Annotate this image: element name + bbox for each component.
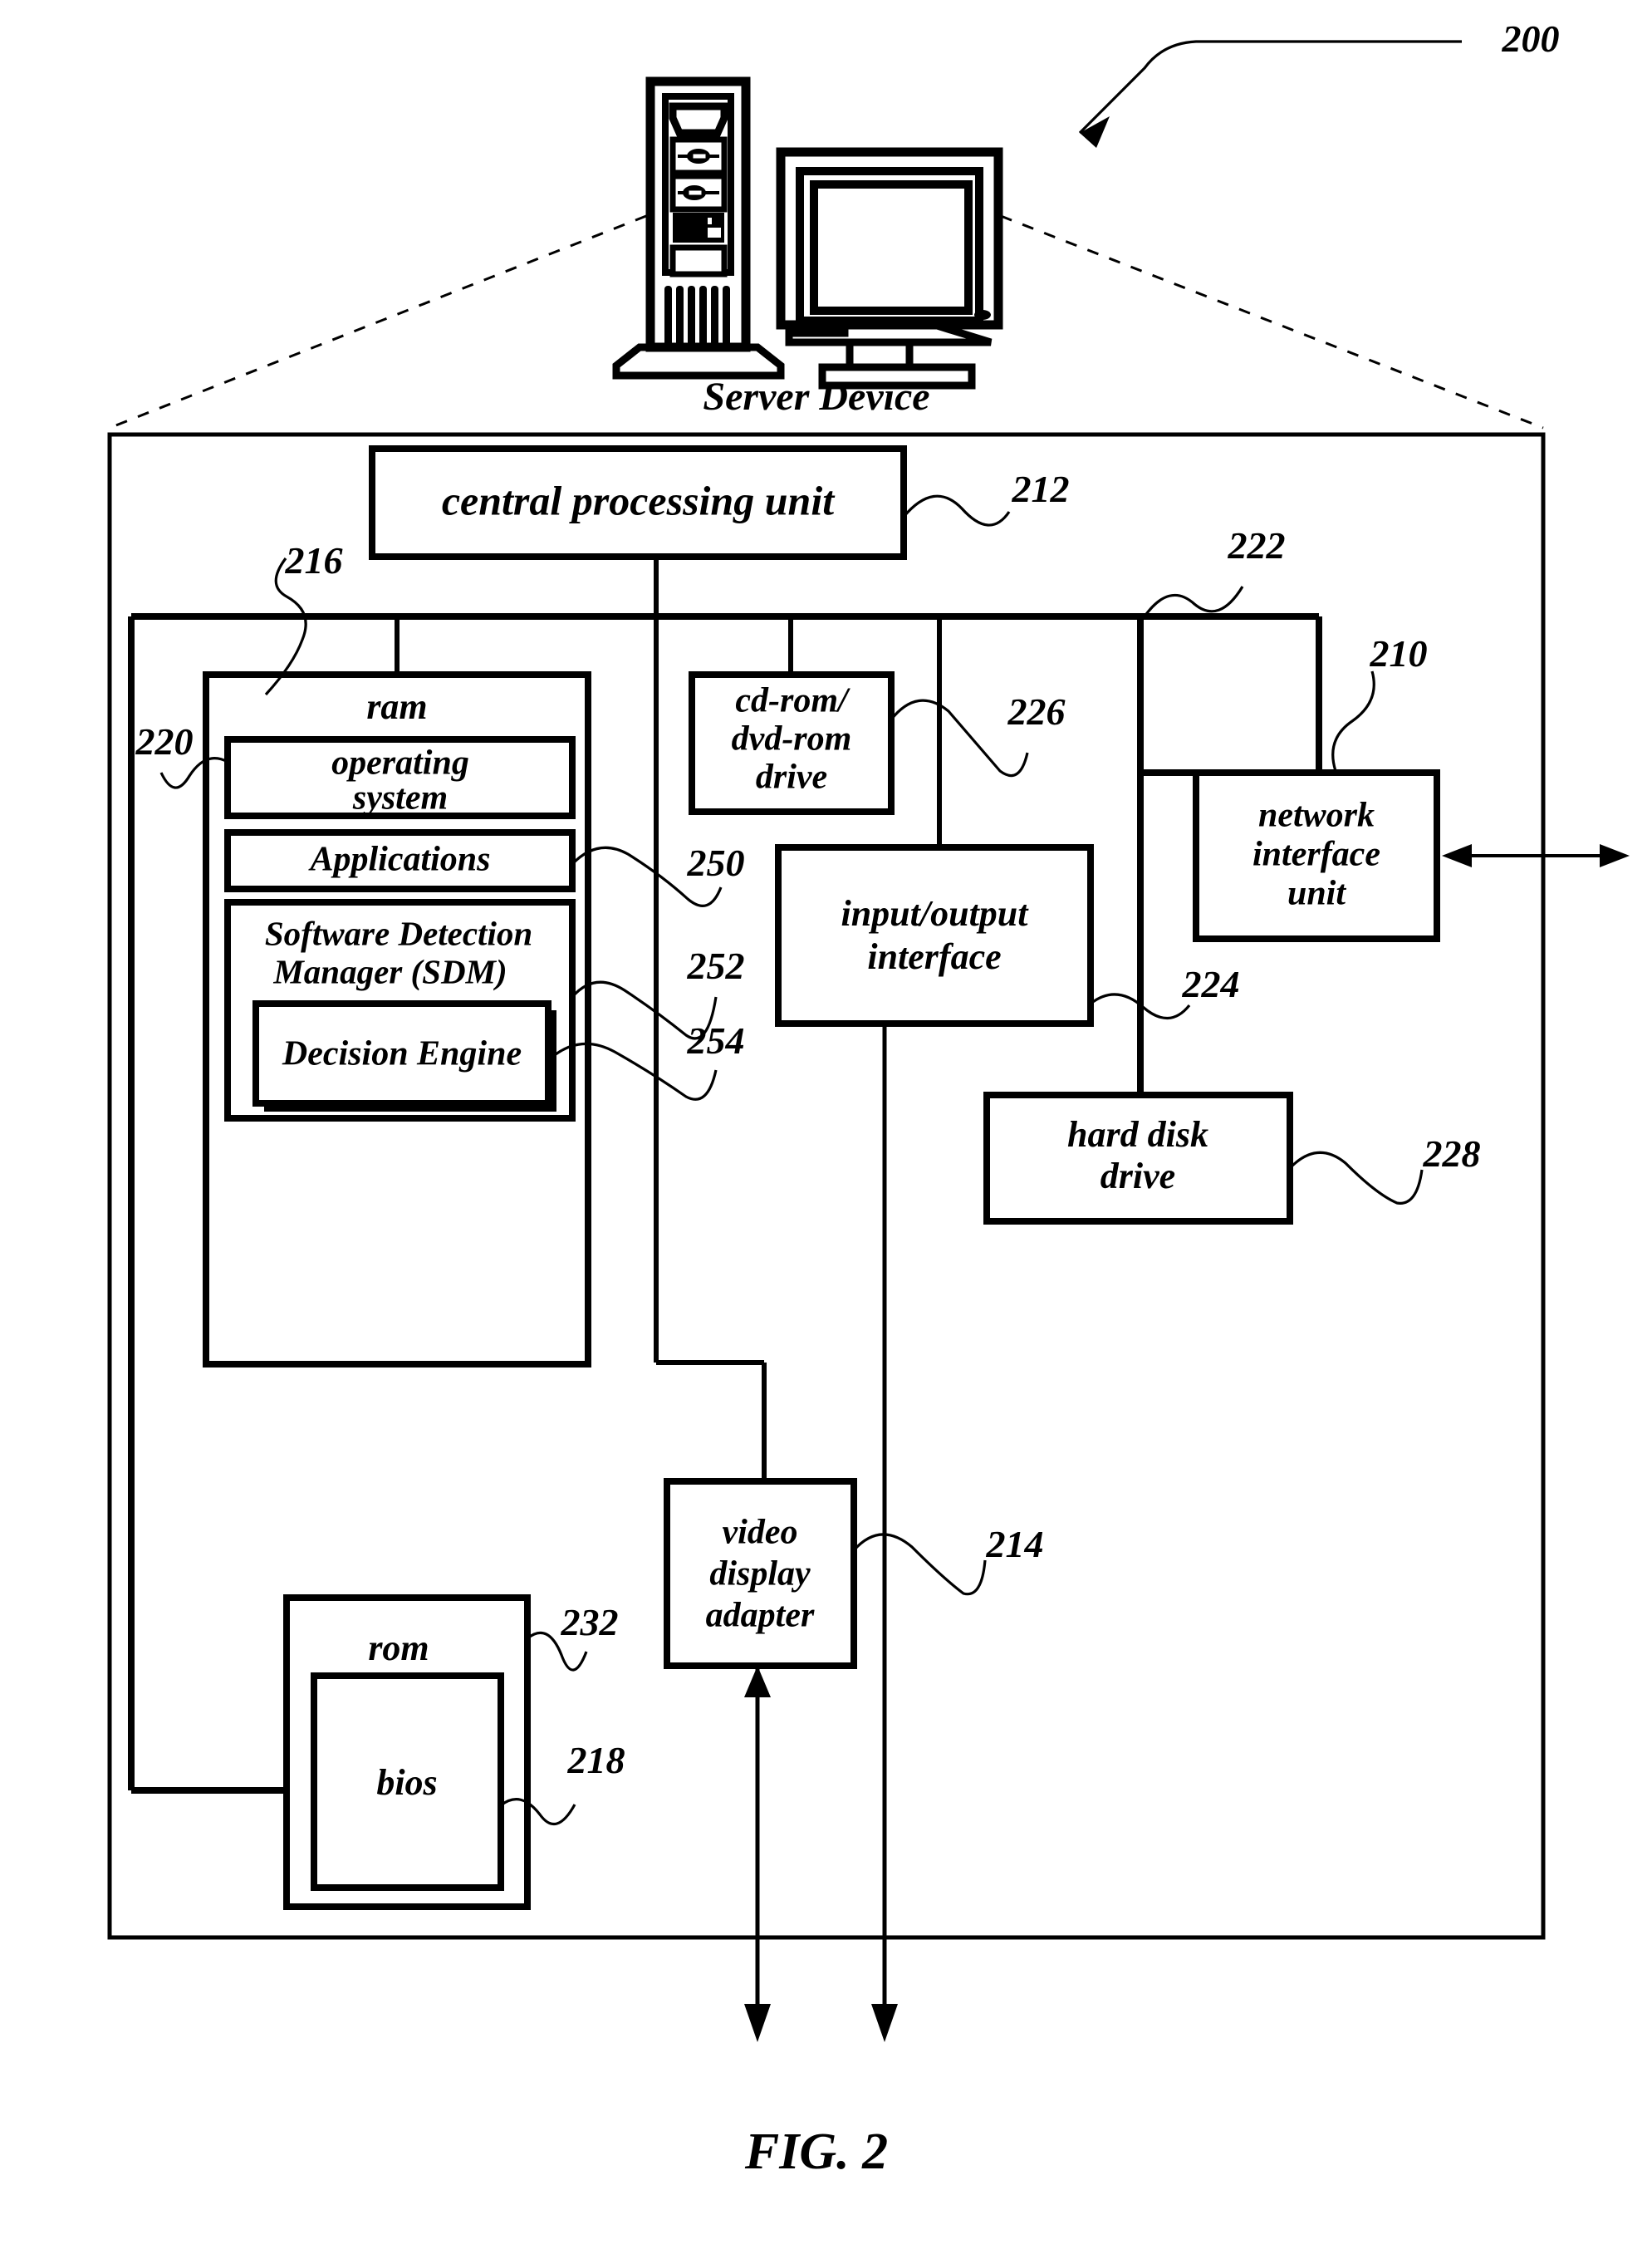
ref-number-216: 216 (285, 539, 343, 582)
video-label-line3: adapter (706, 1597, 815, 1635)
sdm-label-line1: Software Detection (265, 914, 532, 952)
ref-number-232: 232 (561, 1601, 619, 1643)
video-label-line1: video (723, 1514, 798, 1552)
ref-number-218: 218 (567, 1739, 625, 1781)
ref-number-228: 228 (1423, 1132, 1481, 1175)
sdm-label-line2: Manager (SDM) (272, 952, 507, 990)
figure-caption: FIG. 2 (744, 2124, 888, 2180)
operating-system-label-line1: operating (331, 744, 469, 783)
patent-figure-2: 200 Server Device central processing uni… (0, 0, 1652, 2244)
crt-monitor-icon (776, 147, 1003, 390)
ref-number-210: 210 (1370, 632, 1428, 675)
cpu-label: central processing unit (442, 477, 836, 523)
network-interface-label-line2: interface (1252, 836, 1380, 874)
ref-number-200: 200 (1502, 17, 1560, 60)
ref-number-254: 254 (687, 1019, 745, 1062)
ram-label: ram (366, 686, 427, 727)
hdd-label-line1: hard disk (1067, 1114, 1208, 1155)
network-interface-label-line3: unit (1287, 875, 1346, 913)
server-device-caption: Server Device (703, 375, 929, 419)
video-label-line2: display (709, 1555, 811, 1593)
ref-number-222: 222 (1228, 524, 1286, 567)
io-interface-block (775, 844, 1094, 1027)
server-tower-icon (612, 76, 785, 380)
cdrom-label-line2: dvd-rom (732, 720, 852, 759)
io-interface-label-line2: interface (867, 936, 1001, 977)
hdd-label-line2: drive (1101, 1156, 1175, 1196)
bios-label: bios (376, 1762, 437, 1803)
system-ref-callout (1078, 40, 1462, 148)
io-interface-label-line1: input/output (841, 893, 1029, 934)
ref-number-224: 224 (1182, 963, 1240, 1005)
ref-number-220: 220 (135, 720, 194, 763)
network-interface-label-line1: network (1258, 797, 1375, 835)
cdrom-label-line1: cd-rom/ (735, 682, 851, 720)
ref-number-214: 214 (986, 1523, 1044, 1565)
ref-number-212: 212 (1012, 468, 1070, 510)
cdrom-label-line3: drive (756, 759, 827, 797)
ref-number-226: 226 (1007, 690, 1066, 733)
rom-label: rom (368, 1628, 429, 1668)
ref-number-252: 252 (687, 945, 745, 987)
applications-label: Applications (307, 841, 490, 879)
decision-engine-label: Decision Engine (282, 1035, 522, 1073)
operating-system-label-line2: system (352, 779, 448, 818)
ref-number-250: 250 (687, 842, 745, 884)
